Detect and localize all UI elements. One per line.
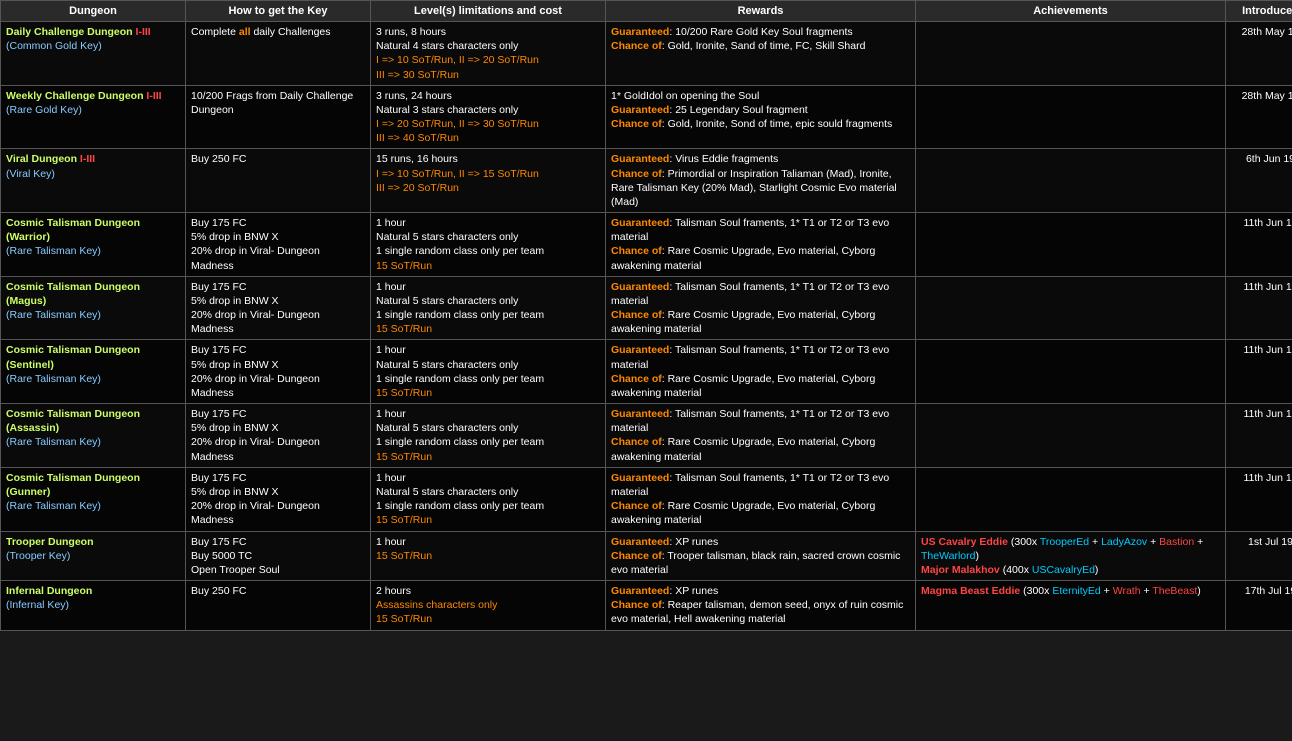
key-cell: Buy 175 FC5% drop in BNW X20% drop in Vi…: [186, 404, 371, 468]
level-cell: 3 runs, 24 hoursNatural 3 stars characte…: [371, 85, 606, 149]
level-cell: 3 runs, 8 hoursNatural 4 stars character…: [371, 22, 606, 86]
dungeon-cell: Cosmic Talisman Dungeon (Assassin)(Rare …: [1, 404, 186, 468]
rewards-cell: Guaranteed: 10/200 Rare Gold Key Soul fr…: [606, 22, 916, 86]
key-cell: Buy 175 FC5% drop in BNW X20% drop in Vi…: [186, 467, 371, 531]
dungeon-cell: Daily Challenge Dungeon I-III(Common Gol…: [1, 22, 186, 86]
introduced-cell: 28th May 19: [1226, 22, 1292, 86]
level-cell: 1 hour15 SoT/Run: [371, 531, 606, 581]
header-key: How to get the Key: [186, 1, 371, 22]
rewards-cell: Guaranteed: Virus Eddie fragmentsChance …: [606, 149, 916, 213]
dungeon-cell: Cosmic Talisman Dungeon (Sentinel)(Rare …: [1, 340, 186, 404]
header-level: Level(s) limitations and cost: [371, 1, 606, 22]
achievements-cell: [916, 149, 1226, 213]
level-cell: 1 hourNatural 5 stars characters only1 s…: [371, 404, 606, 468]
introduced-cell: 11th Jun 19: [1226, 467, 1292, 531]
introduced-cell: 11th Jun 19: [1226, 340, 1292, 404]
achievements-cell: [916, 213, 1226, 277]
dungeon-cell: Cosmic Talisman Dungeon (Gunner)(Rare Ta…: [1, 467, 186, 531]
rewards-cell: Guaranteed: Talisman Soul framents, 1* T…: [606, 340, 916, 404]
achievements-cell: US Cavalry Eddie (300x TrooperEd + LadyA…: [916, 531, 1226, 581]
rewards-cell: Guaranteed: Talisman Soul framents, 1* T…: [606, 404, 916, 468]
key-cell: Buy 175 FC5% drop in BNW X20% drop in Vi…: [186, 276, 371, 340]
achievements-cell: [916, 276, 1226, 340]
rewards-cell: Guaranteed: Talisman Soul framents, 1* T…: [606, 467, 916, 531]
key-cell: Buy 175 FC5% drop in BNW X20% drop in Vi…: [186, 213, 371, 277]
achievements-cell: [916, 340, 1226, 404]
level-cell: 1 hourNatural 5 stars characters only1 s…: [371, 276, 606, 340]
introduced-cell: 11th Jun 19: [1226, 213, 1292, 277]
achievements-cell: [916, 22, 1226, 86]
rewards-cell: 1* GoldIdol on opening the SoulGuarantee…: [606, 85, 916, 149]
rewards-cell: Guaranteed: Talisman Soul framents, 1* T…: [606, 276, 916, 340]
introduced-cell: 1st Jul 19: [1226, 531, 1292, 581]
introduced-cell: 17th Jul 19: [1226, 581, 1292, 631]
introduced-cell: 11th Jun 19: [1226, 404, 1292, 468]
level-cell: 2 hoursAssassins characters only15 SoT/R…: [371, 581, 606, 631]
introduced-cell: 11th Jun 19: [1226, 276, 1292, 340]
key-cell: Complete all daily Challenges: [186, 22, 371, 86]
achievements-cell: [916, 404, 1226, 468]
achievements-cell: [916, 85, 1226, 149]
level-cell: 15 runs, 16 hoursI => 10 SoT/Run, II => …: [371, 149, 606, 213]
key-cell: 10/200 Frags from Daily Challenge Dungeo…: [186, 85, 371, 149]
header-rewards: Rewards: [606, 1, 916, 22]
header-dungeon: Dungeon: [1, 1, 186, 22]
header-achievements: Achievements: [916, 1, 1226, 22]
level-cell: 1 hourNatural 5 stars characters only1 s…: [371, 340, 606, 404]
level-cell: 1 hourNatural 5 stars characters only1 s…: [371, 213, 606, 277]
main-table: Dungeon How to get the Key Level(s) limi…: [0, 0, 1292, 631]
dungeon-cell: Infernal Dungeon(Infernal Key): [1, 581, 186, 631]
key-cell: Buy 250 FC: [186, 581, 371, 631]
header-introduced: Introduced: [1226, 1, 1292, 22]
key-cell: Buy 175 FCBuy 5000 TCOpen Trooper Soul: [186, 531, 371, 581]
achievements-cell: [916, 467, 1226, 531]
dungeon-cell: Trooper Dungeon(Trooper Key): [1, 531, 186, 581]
introduced-cell: 6th Jun 19: [1226, 149, 1292, 213]
dungeon-cell: Weekly Challenge Dungeon I-III(Rare Gold…: [1, 85, 186, 149]
level-cell: 1 hourNatural 5 stars characters only1 s…: [371, 467, 606, 531]
dungeon-cell: Cosmic Talisman Dungeon (Magus)(Rare Tal…: [1, 276, 186, 340]
dungeon-cell: Viral Dungeon I-III(Viral Key): [1, 149, 186, 213]
key-cell: Buy 175 FC5% drop in BNW X20% drop in Vi…: [186, 340, 371, 404]
key-cell: Buy 250 FC: [186, 149, 371, 213]
rewards-cell: Guaranteed: XP runesChance of: Reaper ta…: [606, 581, 916, 631]
rewards-cell: Guaranteed: XP runesChance of: Trooper t…: [606, 531, 916, 581]
introduced-cell: 28th May 19: [1226, 85, 1292, 149]
dungeon-cell: Cosmic Talisman Dungeon (Warrior)(Rare T…: [1, 213, 186, 277]
achievements-cell: Magma Beast Eddie (300x EternityEd + Wra…: [916, 581, 1226, 631]
rewards-cell: Guaranteed: Talisman Soul framents, 1* T…: [606, 213, 916, 277]
